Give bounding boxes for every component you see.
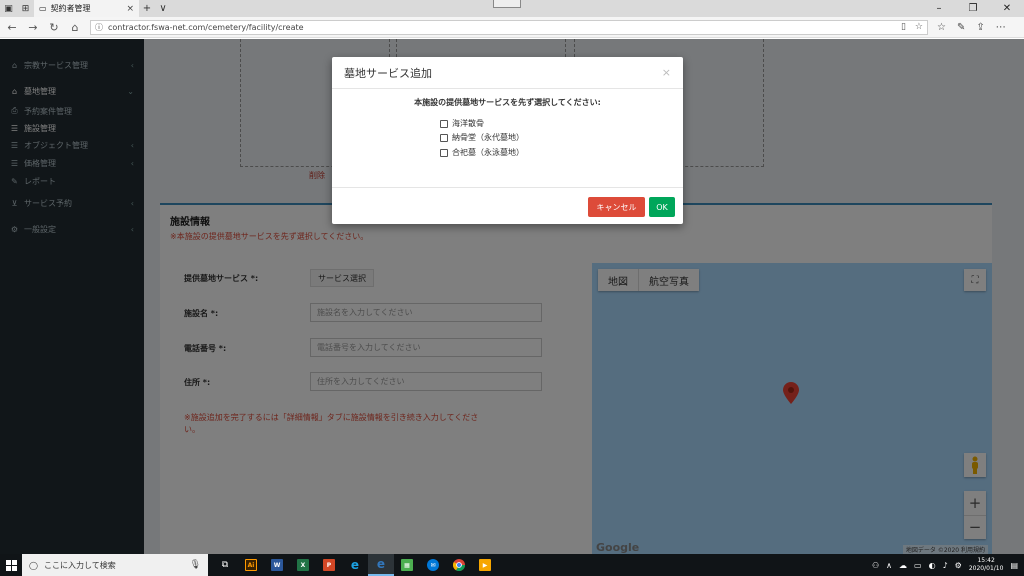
windows-logo-icon bbox=[5, 559, 17, 571]
browser-titlebar: ▣ ⊞ ▭ 契約者管理 × + ∨ – ❐ ✕ bbox=[0, 0, 1024, 17]
clock-time: 15:42 bbox=[977, 557, 995, 564]
back-button[interactable]: ← bbox=[6, 21, 18, 34]
page-icon: ▭ bbox=[39, 4, 47, 13]
reading-view-icon[interactable]: ▯ bbox=[901, 22, 906, 32]
taskbar-search[interactable]: ◯ ここに入力して検索 🎙 bbox=[22, 554, 208, 576]
checkbox[interactable] bbox=[440, 119, 448, 128]
illustrator-icon[interactable]: Ai bbox=[238, 554, 264, 576]
modal-footer: キャンセル OK bbox=[332, 187, 683, 224]
volume-icon[interactable]: ♪ bbox=[943, 561, 948, 570]
option-label: 納骨堂（永代墓地） bbox=[452, 133, 524, 142]
task-view-icon[interactable]: ⧉ bbox=[212, 554, 238, 576]
site-info-icon[interactable]: ⓘ bbox=[95, 22, 103, 33]
option-label: 合祀墓（永泳墓地） bbox=[452, 148, 524, 157]
tab-list-icon[interactable]: ∨ bbox=[155, 0, 171, 17]
favorite-star-icon[interactable]: ☆ bbox=[915, 22, 923, 32]
address-bar: ← → ↻ ⌂ ⓘ contractor.fswa-net.com/cemete… bbox=[0, 17, 1024, 38]
forward-button[interactable]: → bbox=[27, 21, 39, 34]
internet-explorer-icon[interactable]: e bbox=[342, 554, 368, 576]
show-hidden-icons-icon[interactable]: ∧ bbox=[886, 561, 892, 570]
home-button[interactable]: ⌂ bbox=[69, 21, 81, 34]
tab-preview-icon[interactable]: ⊞ bbox=[17, 0, 34, 17]
system-tray: ⚇ ∧ ☁ ▭ ◐ ♪ ⚙ 15:42 2020/01/10 ▤ bbox=[872, 557, 1024, 573]
search-circle-icon: ◯ bbox=[29, 560, 38, 570]
titlebar-indicator bbox=[493, 0, 521, 8]
restore-button[interactable]: ❐ bbox=[956, 0, 990, 17]
cancel-button[interactable]: キャンセル bbox=[588, 197, 645, 217]
window-menu-icon[interactable]: ▣ bbox=[0, 0, 17, 17]
checkbox[interactable] bbox=[440, 133, 448, 142]
share-icon[interactable]: ⇪ bbox=[976, 22, 984, 33]
more-menu-icon[interactable]: ⋯ bbox=[996, 22, 1006, 33]
checkbox[interactable] bbox=[440, 148, 448, 157]
edge-icon[interactable]: e bbox=[368, 554, 394, 576]
modal-question: 本施設の提供墓地サービスを先ず選択してください: bbox=[414, 98, 601, 107]
tab-close-icon[interactable]: × bbox=[126, 4, 134, 14]
people-icon[interactable]: ⚇ bbox=[872, 561, 879, 570]
titlebar-drag-area[interactable] bbox=[171, 0, 922, 17]
word-icon[interactable]: W bbox=[264, 554, 290, 576]
excel-icon[interactable]: X bbox=[290, 554, 316, 576]
option-sea-scattering[interactable]: 海洋散骨 bbox=[440, 118, 484, 129]
mail-app-icon[interactable]: ✉ bbox=[420, 554, 446, 576]
modal-title: 墓地サービス追加 bbox=[344, 66, 432, 80]
network-icon[interactable]: ◐ bbox=[929, 561, 936, 570]
tab-title: 契約者管理 bbox=[50, 4, 91, 13]
taskbar-apps: ⧉ Ai W X P e e ▦ ✉ ▶ bbox=[212, 554, 498, 576]
option-columbarium[interactable]: 納骨堂（永代墓地） bbox=[440, 132, 524, 143]
close-window-button[interactable]: ✕ bbox=[990, 0, 1024, 17]
microphone-icon[interactable]: 🎙 bbox=[190, 560, 201, 570]
pen-notes-icon[interactable]: ✎ bbox=[957, 22, 965, 33]
notifications-icon[interactable]: ▤ bbox=[1010, 561, 1018, 570]
media-player-icon[interactable]: ▶ bbox=[472, 554, 498, 576]
clock[interactable]: 15:42 2020/01/10 bbox=[969, 557, 1004, 573]
settings-tray-icon[interactable]: ⚙ bbox=[955, 561, 962, 570]
browser-tab[interactable]: ▭ 契約者管理 × bbox=[34, 0, 139, 17]
option-shared-grave[interactable]: 合祀墓（永泳墓地） bbox=[440, 147, 524, 158]
search-placeholder: ここに入力して検索 bbox=[43, 560, 116, 570]
option-label: 海洋散骨 bbox=[452, 119, 484, 128]
add-cemetery-service-modal: 墓地サービス追加 × 本施設の提供墓地サービスを先ず選択してください: 海洋散骨… bbox=[332, 57, 683, 224]
windows-taskbar: ◯ ここに入力して検索 🎙 ⧉ Ai W X P e e ▦ ✉ ▶ ⚇ ∧ ☁… bbox=[0, 554, 1024, 576]
battery-icon[interactable]: ▭ bbox=[914, 561, 922, 570]
url-input[interactable]: ⓘ contractor.fswa-net.com/cemetery/facil… bbox=[90, 19, 928, 35]
start-button[interactable] bbox=[0, 559, 22, 571]
url-text: contractor.fswa-net.com/cemetery/facilit… bbox=[108, 22, 304, 32]
powerpoint-icon[interactable]: P bbox=[316, 554, 342, 576]
favorites-hub-icon[interactable]: ☆ bbox=[937, 22, 946, 33]
modal-close-icon[interactable]: × bbox=[662, 66, 671, 79]
modal-header: 墓地サービス追加 × bbox=[332, 57, 683, 89]
ok-button[interactable]: OK bbox=[649, 197, 675, 217]
onedrive-icon[interactable]: ☁ bbox=[899, 561, 907, 570]
minimize-button[interactable]: – bbox=[922, 0, 956, 17]
spreadsheet-app-icon[interactable]: ▦ bbox=[394, 554, 420, 576]
new-tab-button[interactable]: + bbox=[139, 0, 155, 17]
refresh-button[interactable]: ↻ bbox=[48, 21, 60, 34]
chrome-icon[interactable] bbox=[446, 554, 472, 576]
clock-date: 2020/01/10 bbox=[968, 565, 1004, 572]
